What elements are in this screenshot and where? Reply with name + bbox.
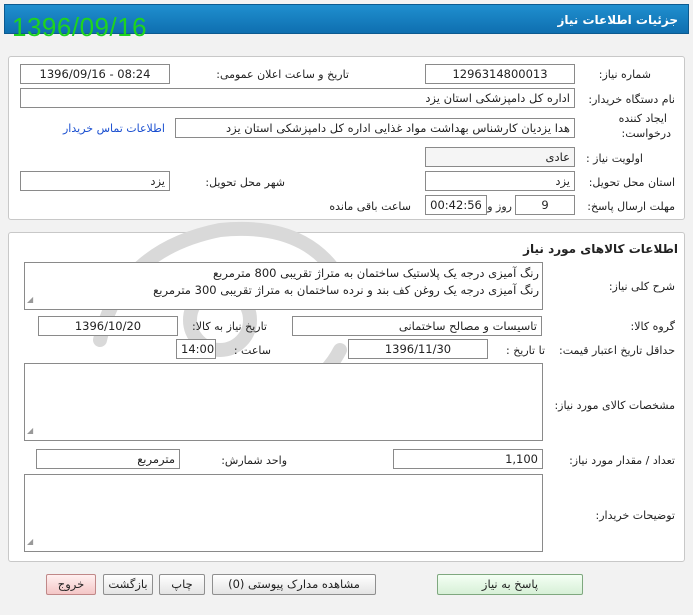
buyer-org-field: اداره کل دامپزشکی استان یزد [20,88,575,108]
summary-label: شرح کلی نیاز: [608,280,675,293]
days-word: روز و [487,200,512,213]
announce-label: تاریخ و ساعت اعلان عمومی: [216,68,349,81]
summary-line-1: رنگ آمیزی درجه یک پلاستیک ساختمان به متر… [213,266,539,280]
need-date-field: 1396/10/20 [38,316,178,336]
buyer-org-label: نام دستگاه خریدار: [588,93,675,106]
page-title: جزئیات اطلاعات نیاز [557,13,678,27]
city-label: شهر محل تحویل: [205,176,285,189]
city-field: یزد [20,171,170,191]
priority-field: عادی [425,147,575,167]
creator-label-2: درخواست: [621,127,671,140]
back-button[interactable]: بازگشت [103,574,153,595]
creator-label: ایجاد کننده [618,112,667,125]
exit-button[interactable]: خروج [46,574,96,595]
resize-grip-icon[interactable]: ◢ [27,291,33,308]
announce-field: 1396/09/16 - 08:24 [20,64,170,84]
deadline-time-field: 00:42:56 [425,195,487,215]
goods-section-title: اطلاعات کالاهای مورد نیاز [523,242,678,256]
specs-label: مشخصات کالای مورد نیاز: [554,399,675,412]
need-number-label: شماره نیاز: [598,68,651,81]
reply-button[interactable]: پاسخ به نیاز [437,574,583,595]
deadline-label: مهلت ارسال پاسخ: [587,200,675,213]
resize-grip-icon[interactable]: ◢ [27,533,33,550]
quantity-field: 1,100 [393,449,543,469]
until-date-field: 1396/11/30 [348,339,488,359]
unit-label: واحد شمارش: [221,454,287,467]
resize-grip-icon[interactable]: ◢ [27,422,33,439]
creator-field: هدا یزدیان کارشناس بهداشت مواد غذایی ادا… [175,118,575,138]
overlay-date: 1396/09/16 [12,12,148,42]
specs-textarea: ◢ [24,363,543,441]
group-label: گروه کالا: [630,320,675,333]
need-number-field: 1296314800013 [425,64,575,84]
summary-textarea: رنگ آمیزی درجه یک پلاستیک ساختمان به متر… [24,262,543,310]
province-field: یزد [425,171,575,191]
buyer-notes-textarea: ◢ [24,474,543,552]
time-label: ساعت : [233,344,271,357]
time-field: 14:00 [176,339,216,359]
validity-label: حداقل تاریخ اعتبار قیمت: [559,344,675,357]
quantity-label: تعداد / مقدار مورد نیاز: [569,454,675,467]
unit-field: مترمربع [36,449,180,469]
print-button[interactable]: چاپ [159,574,205,595]
contact-buyer-link[interactable]: اطلاعات تماس خریدار [63,122,165,135]
summary-line-2: رنگ آمیزی درجه یک روغن کف بند و نرده ساخ… [153,283,539,297]
priority-label: اولویت نیاز : [585,152,643,165]
deadline-days-field: 9 [515,195,575,215]
until-date-label: تا تاریخ : [506,344,545,357]
attachments-button[interactable]: مشاهده مدارک پیوستی (0) [212,574,376,595]
need-date-label: تاریخ نیاز به کالا: [192,320,267,333]
remaining-word: ساعت باقی مانده [329,200,411,213]
buyer-notes-label: توضیحات خریدار: [595,509,676,522]
group-field: تاسیسات و مصالح ساختمانی [292,316,542,336]
province-label: استان محل تحویل: [588,176,675,189]
